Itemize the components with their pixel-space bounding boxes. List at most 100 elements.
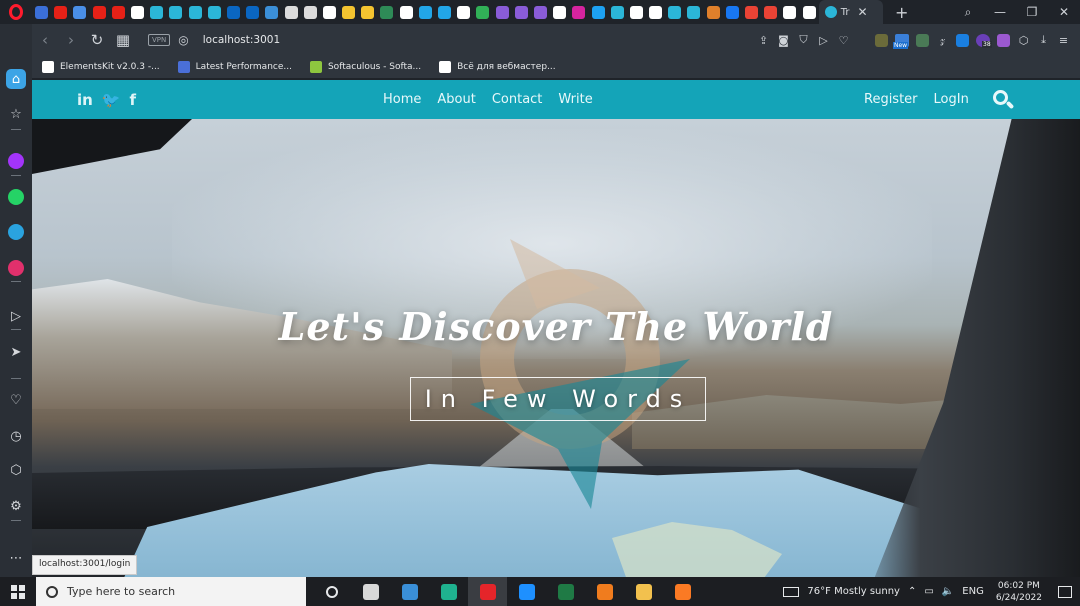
opera-menu-icon[interactable] — [0, 0, 32, 24]
new-tab-button[interactable]: + — [891, 3, 913, 22]
linkedin-icon[interactable]: in — [77, 91, 93, 109]
browser-tab[interactable] — [416, 0, 435, 24]
browser-tab[interactable] — [339, 0, 358, 24]
taskbar-task-view-button[interactable] — [351, 577, 390, 606]
browser-tab[interactable] — [473, 0, 492, 24]
taskbar-vscode-button[interactable] — [507, 577, 546, 606]
shield-icon[interactable]: ⛉ — [797, 33, 810, 47]
browser-tab[interactable] — [186, 0, 205, 24]
bookmark-item[interactable]: Всё для вебмастер... — [439, 61, 556, 73]
menu-icon[interactable]: ≡ — [1057, 34, 1070, 47]
browser-tab[interactable] — [512, 0, 531, 24]
sidebar-telegram-icon[interactable] — [6, 222, 26, 242]
browser-tab[interactable] — [608, 0, 627, 24]
extension-count-icon[interactable]: 38 — [976, 33, 992, 48]
vpn-badge[interactable]: VPN — [148, 34, 171, 46]
browser-tab[interactable] — [742, 0, 761, 24]
tab-active[interactable]: Tr ✕ — [818, 0, 883, 24]
browser-tab[interactable] — [493, 0, 512, 24]
bookmark-item[interactable]: Latest Performance... — [177, 61, 292, 73]
nav-link-write[interactable]: Write — [558, 92, 592, 107]
globe-icon[interactable]: ◎ — [178, 33, 188, 47]
start-button[interactable] — [0, 577, 36, 606]
browser-tab[interactable] — [569, 0, 588, 24]
reload-button[interactable]: ↻ — [84, 31, 110, 49]
sidebar-home-icon[interactable]: ⌂ — [6, 69, 26, 89]
clock[interactable]: 06:02 PM 6/24/2022 — [996, 580, 1042, 604]
taskbar-explorer-button[interactable] — [624, 577, 663, 606]
extension-new-icon[interactable]: New — [893, 33, 909, 49]
nav-link-contact[interactable]: Contact — [492, 92, 543, 107]
browser-tab[interactable] — [320, 0, 339, 24]
close-window-button[interactable]: ✕ — [1048, 5, 1080, 19]
language-indicator[interactable]: ENG — [962, 586, 984, 597]
browser-tab[interactable] — [51, 0, 70, 24]
taskbar-edge-button[interactable] — [429, 577, 468, 606]
nav-link-about[interactable]: About — [437, 92, 475, 107]
browser-tab[interactable] — [454, 0, 473, 24]
browser-tab[interactable] — [224, 0, 243, 24]
browser-tab[interactable] — [147, 0, 166, 24]
sidebar-heart-icon[interactable]: ♡ — [6, 390, 26, 410]
browser-tab[interactable] — [32, 0, 51, 24]
address-input[interactable]: localhost:3001 — [203, 34, 280, 46]
browser-tab[interactable] — [243, 0, 262, 24]
browser-tab[interactable] — [550, 0, 569, 24]
close-tab-icon[interactable]: ✕ — [857, 5, 867, 19]
sidebar-instagram-icon[interactable] — [6, 258, 26, 278]
forward-button[interactable]: › — [58, 31, 84, 49]
browser-tab[interactable] — [531, 0, 550, 24]
back-button[interactable]: ‹ — [32, 31, 58, 49]
browser-tab[interactable] — [435, 0, 454, 24]
twitter-icon[interactable]: 🐦 — [102, 91, 121, 109]
taskbar-excel-button[interactable] — [546, 577, 585, 606]
share-icon[interactable]: ⇪ — [757, 34, 770, 47]
search-icon[interactable] — [992, 89, 1015, 111]
browser-tab[interactable] — [301, 0, 320, 24]
browser-tab[interactable] — [377, 0, 396, 24]
extension-icon[interactable] — [875, 33, 888, 47]
browser-tab[interactable] — [646, 0, 665, 24]
heart-icon[interactable]: ♡ — [837, 34, 850, 47]
cube-icon[interactable]: ⬡ — [1017, 34, 1030, 47]
downloads-icon[interactable]: ⤓ — [1037, 33, 1050, 47]
speed-dial-icon[interactable]: ▦ — [110, 31, 136, 49]
minimize-button[interactable]: — — [984, 5, 1016, 19]
browser-tab[interactable] — [262, 0, 281, 24]
notification-icon[interactable] — [1058, 585, 1072, 598]
bookmark-item[interactable]: ElementsKit v2.0.3 -... — [42, 61, 160, 73]
browser-tab[interactable] — [761, 0, 780, 24]
browser-tab[interactable] — [684, 0, 703, 24]
sidebar-whatsapp-icon[interactable] — [6, 187, 26, 207]
sidebar-history-icon[interactable]: ◷ — [6, 426, 26, 446]
browser-tab[interactable] — [128, 0, 147, 24]
nav-link-home[interactable]: Home — [383, 92, 421, 107]
browser-tab[interactable] — [166, 0, 185, 24]
browser-tab[interactable] — [704, 0, 723, 24]
sidebar-star-icon[interactable]: ☆ — [6, 104, 26, 124]
bookmark-item[interactable]: Softaculous - Softa... — [309, 61, 421, 73]
taskbar-sublime-button[interactable] — [585, 577, 624, 606]
sidebar-messenger-icon[interactable] — [6, 151, 26, 171]
taskbar-files-button[interactable] — [390, 577, 429, 606]
browser-tab[interactable] — [109, 0, 128, 24]
sidebar-more-icon[interactable]: ⋯ — [6, 548, 26, 568]
weather-text[interactable]: 76°F Mostly sunny — [807, 586, 900, 597]
sidebar-player-icon[interactable]: ▷ — [6, 306, 26, 326]
browser-tab[interactable] — [627, 0, 646, 24]
browser-tab[interactable] — [780, 0, 799, 24]
taskbar-cortana-button[interactable] — [312, 577, 351, 606]
sidebar-send-icon[interactable]: ➤ — [6, 342, 26, 362]
extension-icon[interactable]: 𝓏 — [936, 33, 949, 47]
browser-tab[interactable] — [90, 0, 109, 24]
taskbar-xampp-button[interactable] — [663, 577, 702, 606]
browser-tab[interactable] — [397, 0, 416, 24]
tray-chevron-icon[interactable]: ⌃ — [908, 586, 916, 597]
facebook-icon[interactable]: f — [130, 91, 137, 109]
camera-icon[interactable]: ◙ — [777, 34, 790, 47]
browser-tab[interactable] — [281, 0, 300, 24]
weather-icon[interactable] — [783, 586, 800, 597]
register-link[interactable]: Register — [864, 92, 918, 107]
sidebar-settings-icon[interactable]: ⚙ — [6, 496, 26, 516]
download-arrow-icon[interactable] — [956, 33, 969, 47]
